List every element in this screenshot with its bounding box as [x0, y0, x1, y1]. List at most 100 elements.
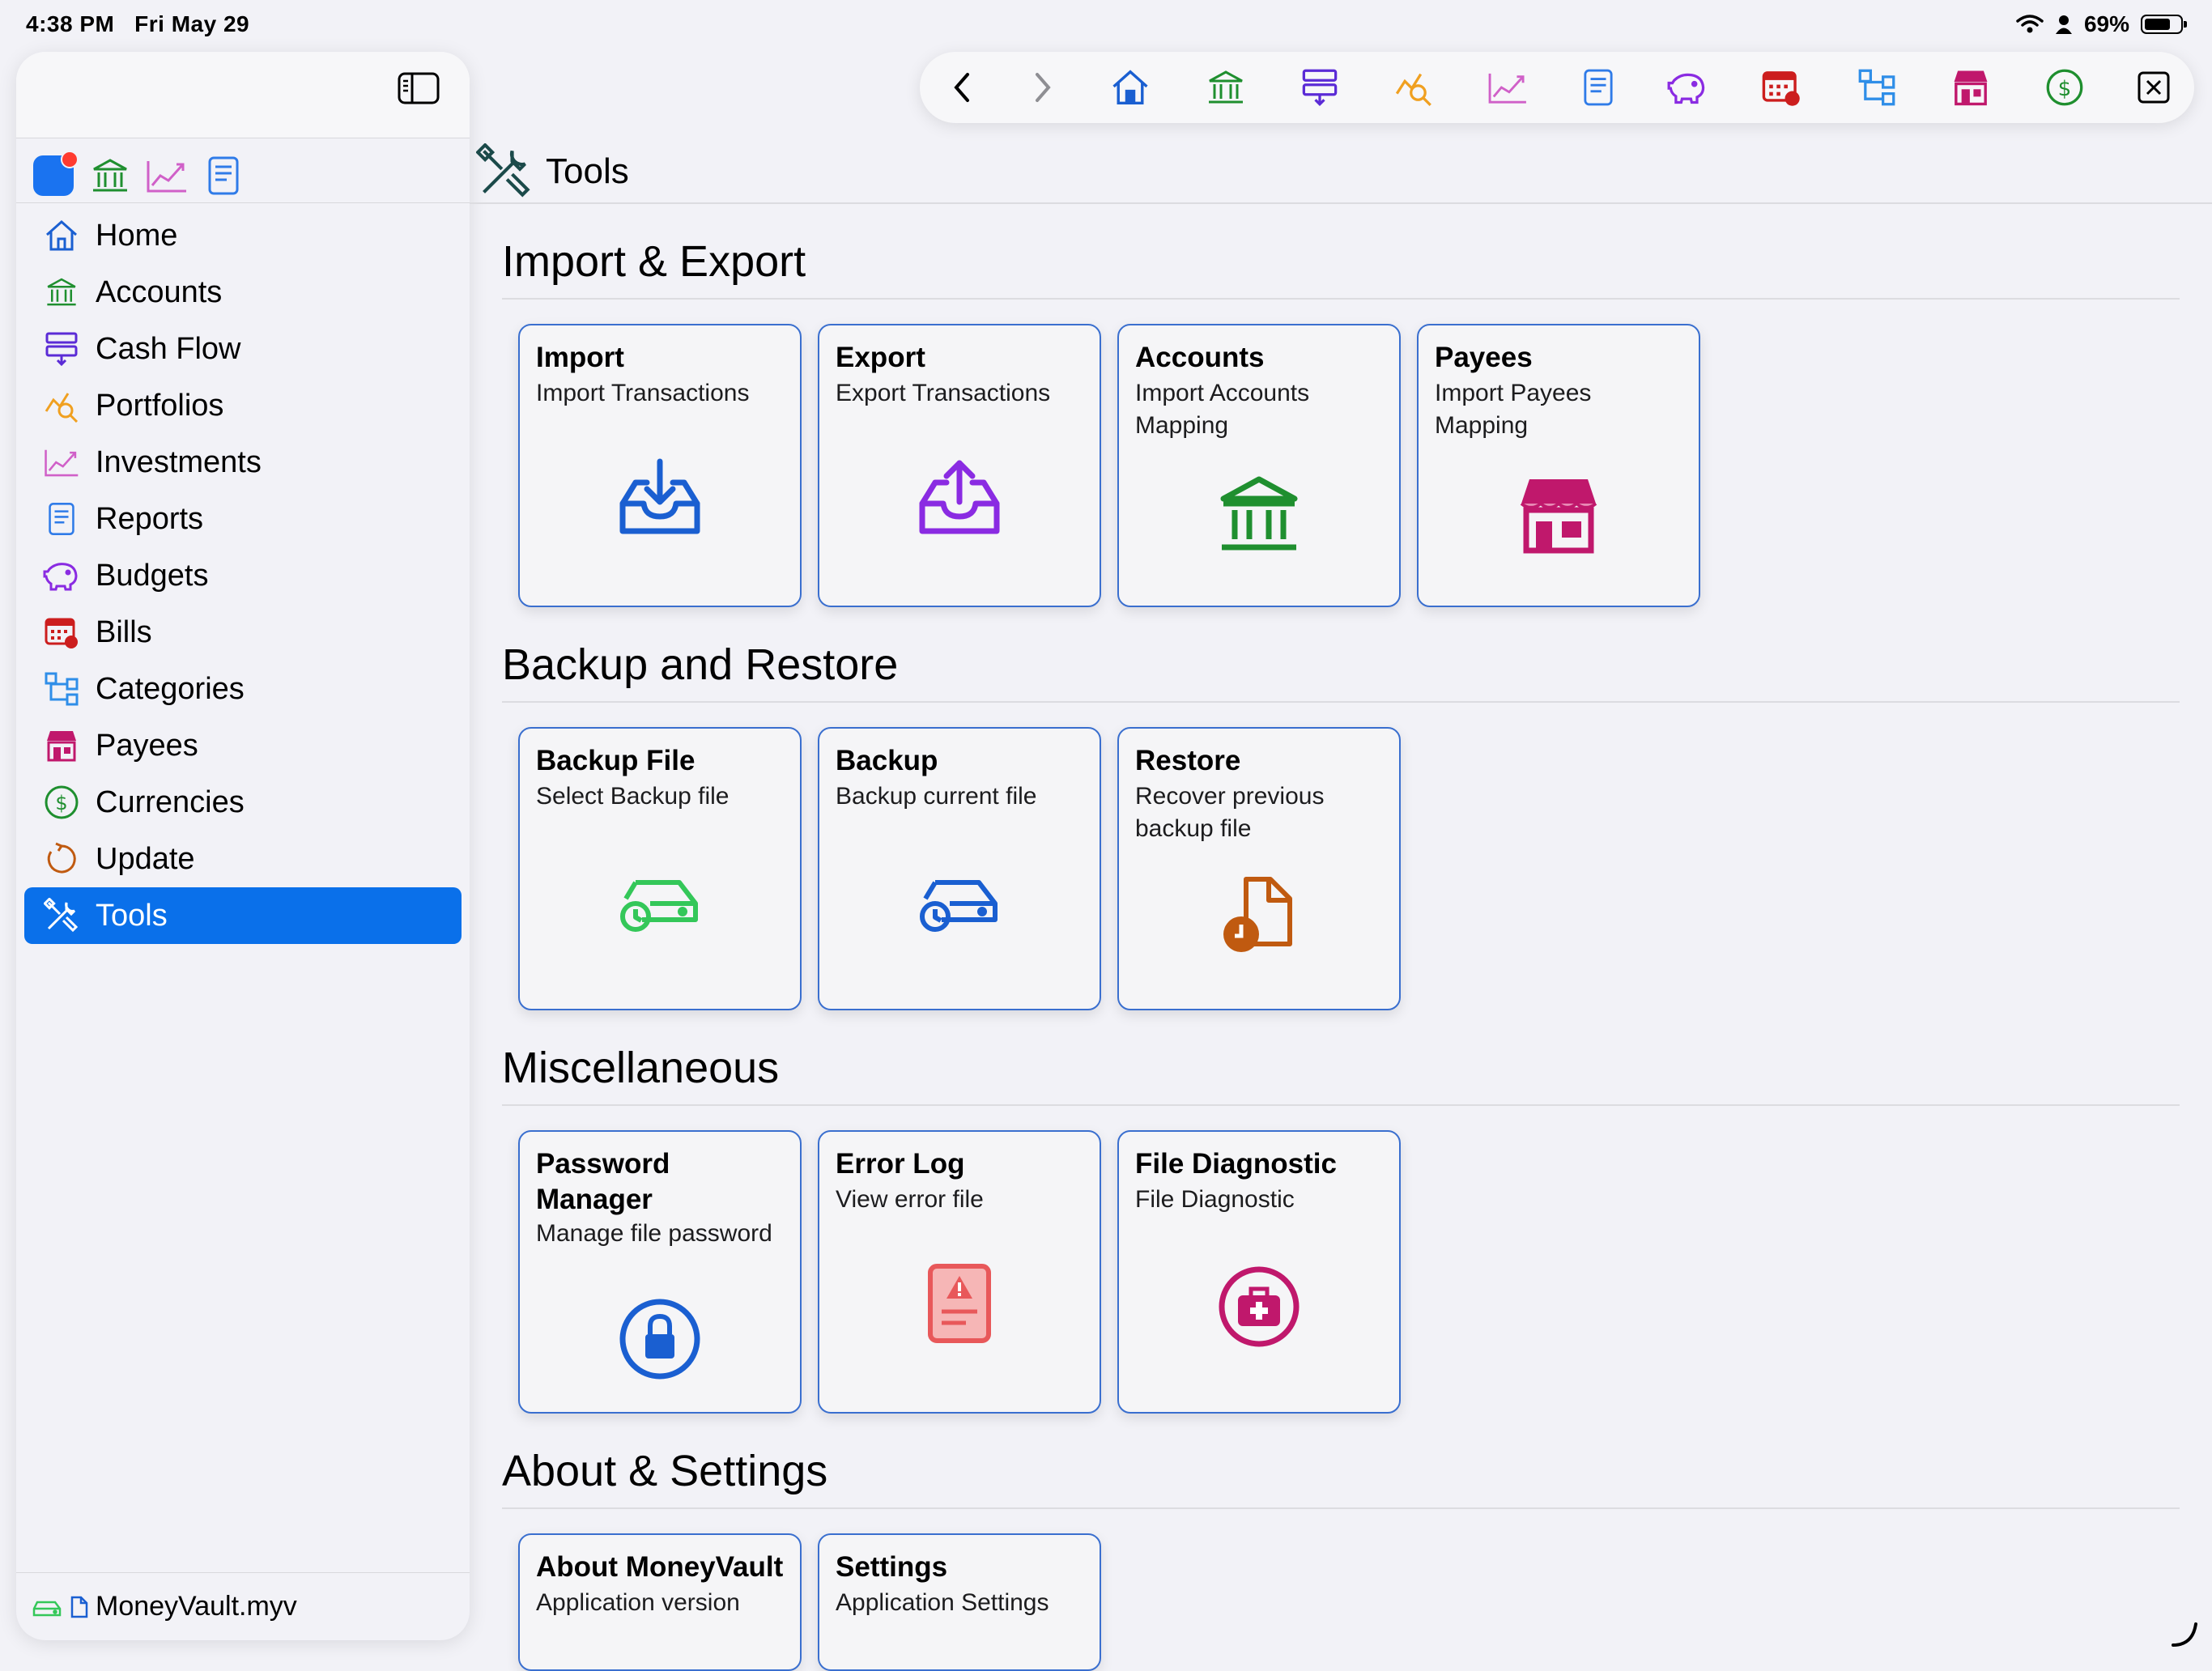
sidebar-item-label: Update [96, 841, 195, 876]
card-title: Backup [836, 745, 938, 776]
sidebar-item-cash-flow[interactable]: Cash Flow [24, 321, 462, 377]
header-divider [470, 202, 2212, 204]
forward-chevron-icon[interactable] [1020, 65, 1066, 110]
toolbar-investments-icon[interactable] [1485, 65, 1530, 110]
categories-icon [42, 670, 81, 708]
import-card[interactable]: Import Import Transactions [518, 324, 802, 607]
sidebar-item-label: Reports [96, 501, 204, 536]
sidebar: Home Accounts Cash Flow Portfolios Inves… [16, 52, 470, 1640]
resize-corner-icon [2168, 1618, 2201, 1650]
file-diagnostic-card[interactable]: File Diagnostic File Diagnostic [1117, 1130, 1401, 1414]
sidebar-divider [16, 202, 470, 203]
sidebar-footer[interactable]: MoneyVault.myv [16, 1572, 470, 1640]
restore-card[interactable]: Restore Recover previous backup file [1117, 727, 1401, 1010]
document-icon [70, 1595, 89, 1619]
sidebar-nav: Home Accounts Cash Flow Portfolios Inves… [24, 207, 462, 944]
card-title: Accounts [1135, 342, 1265, 373]
toolbar-home-icon[interactable] [1108, 65, 1153, 110]
toolbar-dollar-circle-icon[interactable]: $ [2042, 65, 2087, 110]
card-subtitle: Export Transactions [836, 380, 1051, 406]
section-divider [502, 701, 2180, 703]
sidebar-item-label: Portfolios [96, 388, 224, 423]
toolbar-calendar-bill-icon[interactable] [1759, 65, 1804, 110]
store-icon [1419, 474, 1699, 555]
export-card[interactable]: Export Export Transactions [818, 324, 1101, 607]
status-time: 4:38 PM Fri May 29 [26, 11, 249, 37]
card-subtitle: Import Transactions [536, 380, 750, 406]
page-title: Tools [546, 151, 629, 191]
password-manager-card[interactable]: Password Manager Manage file password [518, 1130, 802, 1414]
section-divider [502, 298, 2180, 300]
sidebar-item-label: Tools [96, 898, 168, 933]
card-title: Error Log [836, 1148, 965, 1180]
quick-accounts-icon[interactable] [87, 153, 133, 198]
card-title: Restore [1135, 745, 1241, 776]
toolbar-store-icon[interactable] [1948, 65, 1993, 110]
toolbar-bank-icon[interactable] [1203, 65, 1249, 110]
report-icon [42, 500, 81, 538]
sidebar-item-budgets[interactable]: Budgets [24, 547, 462, 604]
toolbar-piggy-bank-icon[interactable] [1665, 65, 1710, 110]
card-subtitle: View error file [836, 1186, 984, 1213]
sidebar-item-accounts[interactable]: Accounts [24, 264, 462, 321]
sidebar-item-portfolios[interactable]: Portfolios [24, 377, 462, 434]
error-log-card[interactable]: Error Log View error file [818, 1130, 1101, 1414]
quick-investments-icon[interactable] [144, 153, 189, 198]
settings-card[interactable]: Settings Application Settings [818, 1533, 1101, 1671]
backup-file-card[interactable]: Backup File Select Backup file [518, 727, 802, 1010]
about-card[interactable]: About MoneyVault Application version [518, 1533, 802, 1671]
sidebar-item-payees[interactable]: Payees [24, 717, 462, 774]
home-icon [42, 216, 81, 255]
toolbar-cash-flow-icon[interactable] [1297, 65, 1342, 110]
accounts-mapping-card[interactable]: Accounts Import Accounts Mapping [1117, 324, 1401, 607]
dollar-circle-icon: $ [42, 783, 81, 822]
piggy-bank-icon [42, 556, 81, 595]
refresh-icon [42, 840, 81, 878]
tools-icon [42, 896, 81, 935]
card-title: Payees [1435, 342, 1533, 373]
sidebar-item-label: Home [96, 218, 178, 253]
sidebar-item-label: Payees [96, 728, 198, 763]
sidebar-toggle-icon[interactable] [397, 71, 440, 105]
card-title: Backup File [536, 745, 696, 776]
section-title-about-settings: About & Settings [502, 1447, 828, 1495]
sidebar-item-update[interactable]: Update [24, 831, 462, 887]
tools-icon [476, 143, 533, 200]
sidebar-item-label: Bills [96, 614, 152, 649]
back-chevron-icon[interactable] [939, 65, 985, 110]
toolbar-portfolio-icon[interactable] [1391, 65, 1436, 110]
sidebar-item-label: Investments [96, 444, 262, 479]
bank-icon [1119, 474, 1399, 555]
status-date-label: Fri May 29 [134, 11, 250, 36]
investments-chart-icon [42, 443, 81, 482]
page-header: Tools [476, 141, 629, 202]
sidebar-item-currencies[interactable]: $ Currencies [24, 774, 462, 831]
sidebar-item-label: Cash Flow [96, 331, 241, 366]
backup-card[interactable]: Backup Backup current file [818, 727, 1101, 1010]
toolbar-categories-icon[interactable] [1854, 65, 1899, 110]
sidebar-item-reports[interactable]: Reports [24, 491, 462, 547]
card-subtitle: Import Accounts Mapping [1135, 380, 1310, 439]
sidebar-item-categories[interactable]: Categories [24, 661, 462, 717]
section-divider [502, 1104, 2180, 1106]
toolbar-report-icon[interactable] [1576, 65, 1621, 110]
sidebar-item-investments[interactable]: Investments [24, 434, 462, 491]
drive-history-icon [520, 871, 800, 936]
sidebar-item-home[interactable]: Home [24, 207, 462, 264]
lock-circle-icon [520, 1297, 800, 1381]
quick-reports-icon[interactable] [201, 153, 246, 198]
top-toolbar: $ [920, 52, 2194, 123]
sidebar-item-bills[interactable]: Bills [24, 604, 462, 661]
card-title: About MoneyVault [536, 1551, 784, 1583]
app-badge-icon[interactable] [31, 151, 79, 198]
toolbar-close-icon[interactable] [2131, 65, 2176, 110]
payees-mapping-card[interactable]: Payees Import Payees Mapping [1417, 324, 1700, 607]
inbox-upload-icon [819, 458, 1100, 539]
card-title: File Diagnostic [1135, 1148, 1337, 1180]
card-subtitle: Import Payees Mapping [1435, 380, 1592, 439]
cash-flow-icon [42, 330, 81, 368]
sidebar-item-tools[interactable]: Tools [24, 887, 462, 944]
card-subtitle: File Diagnostic [1135, 1186, 1295, 1213]
section-title-miscellaneous: Miscellaneous [502, 1044, 780, 1092]
section-title-import-export: Import & Export [502, 237, 806, 286]
